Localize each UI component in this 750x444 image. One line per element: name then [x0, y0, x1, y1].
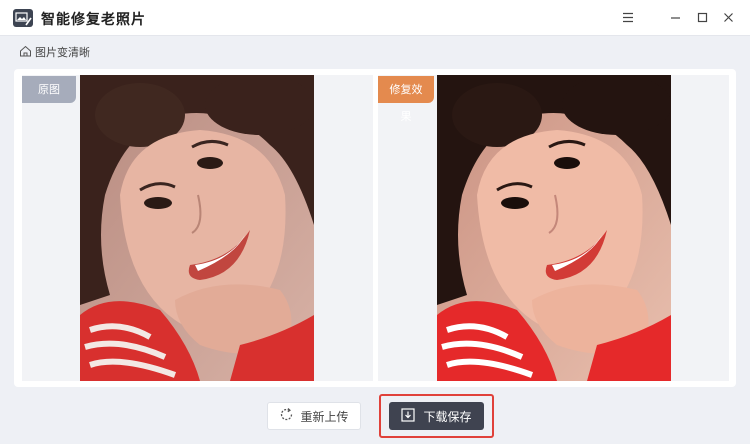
- download-save-button[interactable]: 下载保存: [389, 402, 484, 430]
- minimize-icon[interactable]: [666, 8, 684, 26]
- photo-repair-app-icon: [13, 9, 33, 27]
- original-label-tag: 原图: [22, 76, 76, 103]
- maximize-icon[interactable]: [693, 8, 711, 26]
- original-photo: [80, 75, 314, 381]
- reupload-button[interactable]: 重新上传: [267, 402, 361, 430]
- hamburger-menu-icon[interactable]: [619, 8, 637, 26]
- close-icon[interactable]: [719, 8, 737, 26]
- title-bar: 智能修复老照片: [0, 0, 750, 36]
- breadcrumb-label: 图片变清晰: [35, 46, 90, 59]
- refresh-icon: [279, 407, 294, 425]
- result-panel: 修复效果: [378, 75, 729, 381]
- download-icon: [401, 407, 416, 425]
- reupload-label: 重新上传: [300, 409, 349, 424]
- breadcrumb[interactable]: 图片变清晰: [19, 44, 90, 60]
- original-panel: 原图: [22, 75, 373, 381]
- comparison-card: 原图 修复效果: [14, 69, 736, 387]
- result-photo: [437, 75, 671, 381]
- result-label-tag: 修复效果: [378, 76, 434, 123]
- home-icon: [19, 45, 32, 60]
- download-label: 下载保存: [423, 409, 472, 424]
- app-title: 智能修复老照片: [41, 12, 146, 28]
